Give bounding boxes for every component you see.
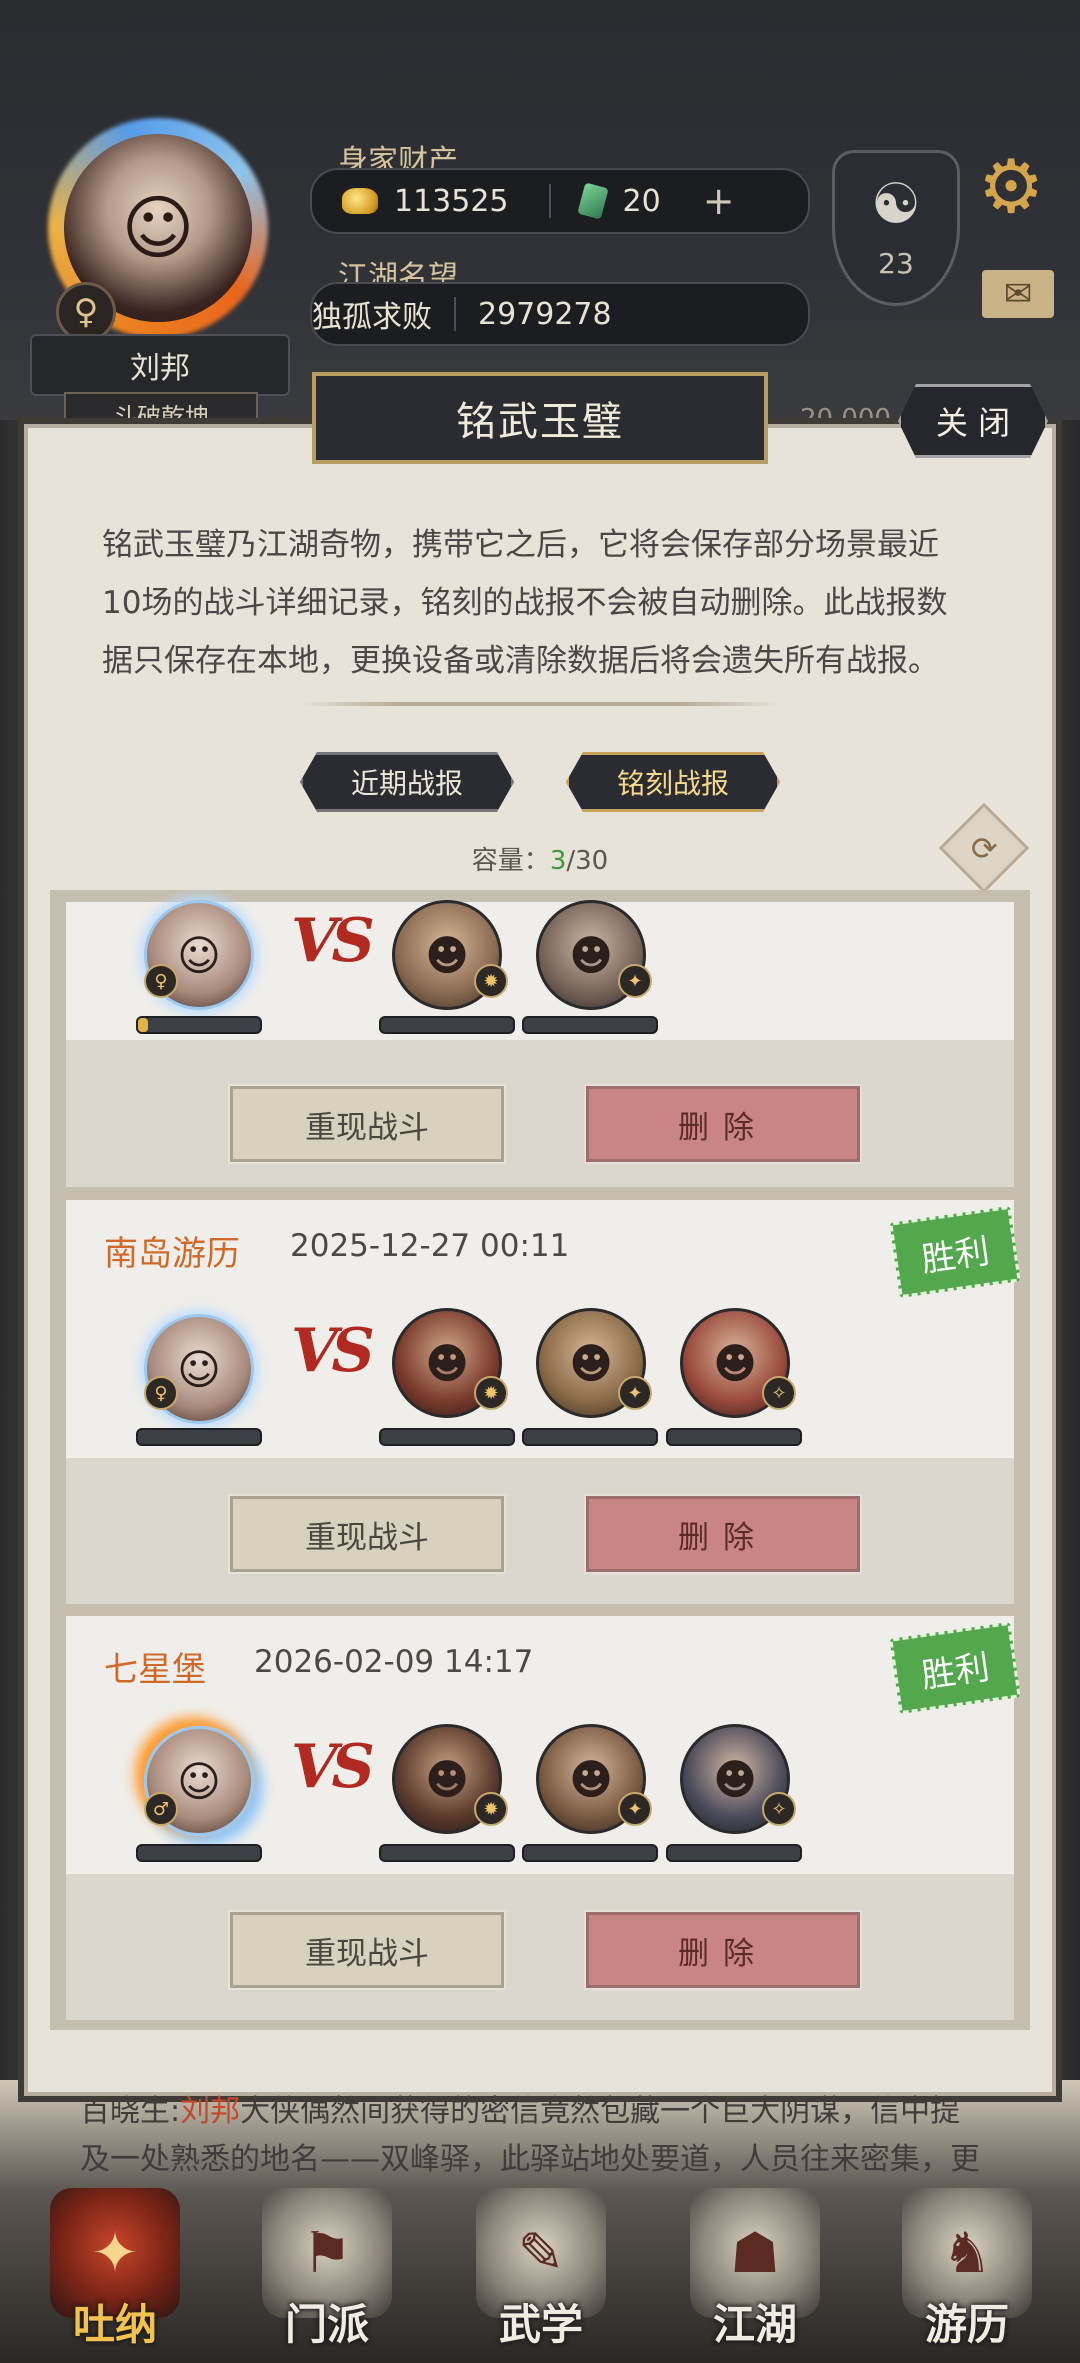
add-currency-button[interactable]: + (703, 179, 735, 223)
vs-mark: VS (291, 1316, 375, 1386)
realm-level-badge[interactable]: ☯ 23 (832, 150, 960, 306)
hp-bar (666, 1428, 802, 1446)
gender-icon: ♂ (144, 1792, 178, 1826)
replay-battle-button[interactable]: 重现战斗 (228, 1494, 506, 1574)
element-icon: ✦ (618, 1376, 652, 1410)
capacity-total: /30 (566, 846, 609, 876)
ornament-divider (300, 702, 780, 706)
gear-icon[interactable]: ⚙ (978, 150, 1044, 224)
battle-record-card: 南岛游历 2025-12-27 00:11 胜利 ☺ ♀ VS ☻ ✹ ☻ ✦ … (66, 1200, 1021, 1604)
fame-title: 独孤求败 (312, 300, 432, 335)
nav-label: 游历 (924, 2300, 1009, 2349)
battle-time: 2026-02-09 14:17 (254, 1644, 534, 1680)
nav-label: 江湖 (712, 2300, 797, 2349)
capacity-label: 容量： (471, 846, 550, 876)
element-icon: ✹ (474, 1376, 508, 1410)
tab-recent-reports[interactable]: 近期战报 (300, 752, 514, 812)
hp-bar (522, 1428, 658, 1446)
element-icon: ✧ (762, 1376, 796, 1410)
victory-stamp: 胜利 (889, 1205, 1021, 1299)
battle-location: 七星堡 (104, 1650, 206, 1690)
element-icon: ✦ (618, 1792, 652, 1826)
battle-time: 2025-12-27 00:11 (290, 1228, 570, 1264)
capacity-used: 3 (549, 846, 567, 876)
hp-bar (379, 1016, 515, 1034)
gender-icon: ♀ (56, 282, 116, 342)
battle-record-card: 七星堡 2026-02-09 14:17 胜利 ☺ ♂ VS ☻ ✹ ☻ ✦ ☻… (66, 1616, 1021, 2020)
divider (548, 184, 551, 218)
wealth-bar: 113525 20 + (310, 168, 810, 234)
battle-record-card: ☺ ♀ VS ☻ ✹ ☻ ✦ 重现战斗 删除 (66, 900, 1014, 1187)
nav-breathing[interactable]: ✦ 吐纳 (40, 2168, 190, 2358)
nav-label: 吐纳 (72, 2300, 157, 2349)
record-header: ☺ ♀ VS ☻ ✹ ☻ ✦ (66, 900, 1014, 1040)
nav-sect[interactable]: ⚑ 门派 (252, 2168, 402, 2358)
news-hero-name: 刘邦 (180, 2094, 241, 2129)
tab-inscribed-reports[interactable]: 铭刻战报 (566, 752, 780, 812)
divider (454, 297, 456, 331)
nav-martial-arts[interactable]: ✎ 武学 (466, 2168, 616, 2358)
hp-bar (522, 1844, 658, 1862)
victory-stamp: 胜利 (889, 1621, 1021, 1715)
record-header: 七星堡 2026-02-09 14:17 胜利 ☺ ♂ VS ☻ ✹ ☻ ✦ ☻… (66, 1616, 1021, 1874)
capacity-readout: 容量：3/30 (0, 840, 1080, 877)
nav-jianghu[interactable]: ☗ 江湖 (680, 2168, 830, 2358)
vs-mark: VS (291, 1732, 375, 1802)
delete-record-button[interactable]: 删除 (584, 1084, 862, 1164)
hp-bar (666, 1844, 802, 1862)
hp-bar (522, 1016, 658, 1034)
dialog-title: 铭武玉璧 (312, 372, 768, 464)
element-icon: ✹ (474, 1792, 508, 1826)
hp-bar (136, 1428, 262, 1446)
element-icon: ✦ (618, 964, 652, 998)
element-icon: ✧ (762, 1792, 796, 1826)
fame-value: 2979278 (478, 296, 612, 332)
delete-record-button[interactable]: 删除 (584, 1494, 862, 1574)
close-button[interactable]: 关 闭 (898, 384, 1048, 458)
gold-amount: 113525 (394, 183, 509, 219)
record-header: 南岛游历 2025-12-27 00:11 胜利 ☺ ♀ VS ☻ ✹ ☻ ✦ … (66, 1200, 1021, 1458)
vs-mark: VS (291, 906, 375, 976)
refresh-glyph: ⟳ (970, 829, 998, 867)
battle-location: 南岛游历 (104, 1234, 240, 1274)
player-name: 刘邦 (30, 334, 290, 396)
battle-record-list[interactable]: ☺ ♀ VS ☻ ✹ ☻ ✦ 重现战斗 删除 南岛游历 2025-12-27 0… (50, 890, 1030, 2030)
gender-icon: ♀ (144, 1376, 178, 1410)
yinyang-icon: ☯ (870, 171, 922, 237)
hp-bar (136, 1844, 262, 1862)
delete-record-button[interactable]: 删除 (584, 1910, 862, 1990)
nav-travel[interactable]: ♞ 游历 (892, 2168, 1042, 2358)
jade-icon (576, 182, 609, 220)
dialog-description: 铭武玉璧乃江湖奇物，携带它之后，它将会保存部分场景最近10场的战斗详细记录，铭刻… (102, 527, 948, 679)
element-icon: ✹ (474, 964, 508, 998)
fame-bar: 独孤求败 2979278 (310, 282, 810, 346)
news-speaker: 百晓生: (80, 2094, 181, 2129)
hp-bar (379, 1844, 515, 1862)
hp-bar (136, 1016, 262, 1034)
news-line-1: 大侠偶然间获得的密信竟然包藏一个巨大阴谋，信中提 (240, 2094, 961, 2129)
hp-bar (379, 1428, 515, 1446)
replay-battle-button[interactable]: 重现战斗 (228, 1910, 506, 1990)
jade-amount: 20 (622, 183, 661, 219)
nav-label: 门派 (284, 2300, 369, 2349)
realm-level: 23 (878, 246, 914, 280)
nav-label: 武学 (498, 2300, 583, 2349)
gold-ingot-icon (342, 188, 378, 214)
replay-battle-button[interactable]: 重现战斗 (228, 1084, 506, 1164)
mail-icon[interactable]: ✉ (982, 270, 1054, 318)
gender-icon: ♀ (144, 964, 178, 998)
